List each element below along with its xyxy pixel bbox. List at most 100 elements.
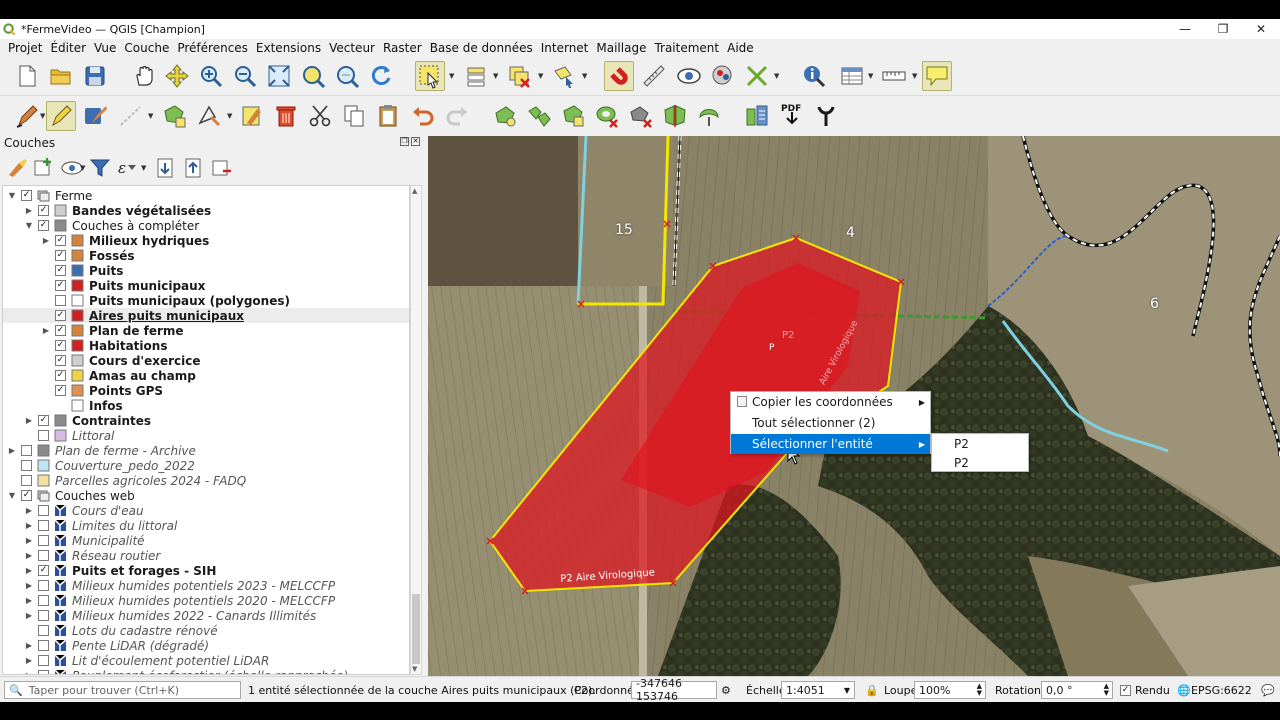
identify-results-icon[interactable] <box>709 62 737 90</box>
zoom-to-layer-icon[interactable] <box>333 62 361 90</box>
layer-row[interactable]: ✓ Habitations <box>3 338 409 353</box>
chevron-right-icon[interactable]: ▶ <box>24 593 34 608</box>
submenu-item-p2-first[interactable]: P2 <box>954 437 969 451</box>
layer-visibility-checkbox[interactable] <box>38 580 49 591</box>
layer-styling-icon[interactable] <box>4 154 32 182</box>
save-project-icon[interactable] <box>81 62 109 90</box>
layer-row[interactable]: Lots du cadastre rénové <box>3 623 409 638</box>
vertex-editor-icon[interactable] <box>196 102 224 130</box>
layer-visibility-checkbox[interactable]: ✓ <box>21 190 32 201</box>
chevron-right-icon[interactable]: ▶ <box>7 443 17 458</box>
delete-part-icon[interactable] <box>627 102 655 130</box>
open-project-icon[interactable] <box>47 62 75 90</box>
location-dropdown-icon[interactable]: ▼ <box>582 72 587 80</box>
layer-visibility-checkbox[interactable]: ✓ <box>38 220 49 231</box>
layer-visibility-checkbox[interactable]: ✓ <box>55 355 66 366</box>
filter-legend-icon[interactable] <box>86 154 114 182</box>
layer-row[interactable]: ▶ ✓ Bandes végétalisées <box>3 203 409 218</box>
layer-visibility-checkbox[interactable]: ✓ <box>55 310 66 321</box>
chevron-right-icon[interactable]: ▶ <box>24 638 34 653</box>
layer-row[interactable]: ▼ ✓ Couches web <box>3 488 409 503</box>
split-features-icon[interactable] <box>661 102 689 130</box>
scroll-down-icon[interactable]: ▼ <box>412 665 417 673</box>
render-checkbox[interactable]: ✓ <box>1120 685 1131 696</box>
layer-row[interactable]: ✓ Puits municipaux <box>3 278 409 293</box>
add-ring-icon[interactable] <box>491 102 519 130</box>
layer-visibility-checkbox[interactable] <box>38 655 49 666</box>
layer-row[interactable]: ▶ Pente LiDAR (dégradé) <box>3 638 409 653</box>
messages-icon[interactable]: 💬 <box>1261 681 1275 699</box>
fill-ring-icon[interactable] <box>559 102 587 130</box>
globe-icon[interactable]: 🌐 <box>1177 681 1191 699</box>
redo-icon[interactable] <box>443 102 471 130</box>
menu-extensions[interactable]: Extensions <box>256 41 321 55</box>
select-feature-item[interactable]: Sélectionner l'entité ▶ <box>731 434 930 454</box>
scrollbar-thumb[interactable] <box>412 594 420 664</box>
layer-row[interactable]: ▶ Limites du littoral <box>3 518 409 533</box>
layer-row[interactable]: ▶ Réseau routier <box>3 548 409 563</box>
layer-row[interactable]: ▶ Milieux humides potentiels 2020 - MELCC… <box>3 593 409 608</box>
layer-row[interactable]: Littoral <box>3 428 409 443</box>
layer-row[interactable]: ▶ Cours d'eau <box>3 503 409 518</box>
layer-row[interactable]: ▶ ✓ Plan de ferme <box>3 323 409 338</box>
expand-all-icon[interactable] <box>151 154 179 182</box>
paste-features-icon[interactable] <box>374 102 402 130</box>
reshape-features-icon[interactable] <box>695 102 723 130</box>
restore-button[interactable]: ❐ <box>1204 19 1242 39</box>
layer-visibility-checkbox[interactable]: ✓ <box>55 370 66 381</box>
chevron-right-icon[interactable]: ▶ <box>24 578 34 593</box>
collapse-all-icon[interactable] <box>179 154 207 182</box>
menu-vecteur[interactable]: Vecteur <box>329 41 375 55</box>
remove-layer-icon[interactable] <box>207 154 235 182</box>
pan-to-selection-icon[interactable] <box>163 62 191 90</box>
layer-row[interactable]: ▶ Milieux humides 2022 - Canards Illimité… <box>3 608 409 623</box>
chevron-right-icon[interactable]: ▶ <box>24 608 34 623</box>
panel-close-button[interactable]: ✕ <box>411 137 420 146</box>
table-dropdown-icon[interactable]: ▼ <box>868 72 873 80</box>
layer-visibility-checkbox[interactable]: ✓ <box>55 265 66 276</box>
digitize-dropdown-icon[interactable]: ▼ <box>148 112 153 120</box>
layer-visibility-checkbox[interactable] <box>55 295 66 306</box>
new-project-icon[interactable] <box>13 62 41 90</box>
chevron-right-icon[interactable]: ▶ <box>24 533 34 548</box>
layer-visibility-checkbox[interactable] <box>38 595 49 606</box>
measure-dropdown-icon[interactable]: ▼ <box>912 72 917 80</box>
map-tips-icon[interactable] <box>675 62 703 90</box>
chevron-right-icon[interactable]: ▶ <box>24 503 34 518</box>
vertex-tool-icon[interactable] <box>743 62 771 90</box>
menu-traitement[interactable]: Traitement <box>654 41 719 55</box>
layer-visibility-checkbox[interactable]: ✓ <box>38 205 49 216</box>
menu-editer[interactable]: Éditer <box>50 41 86 55</box>
minimize-button[interactable]: — <box>1166 19 1204 39</box>
copy-features-icon[interactable] <box>340 102 368 130</box>
copy-coordinates-item[interactable]: Copier les coordonnées ▶ <box>731 392 930 412</box>
add-polygon-icon[interactable] <box>160 102 188 130</box>
layer-row[interactable]: ▶ Municipalité <box>3 533 409 548</box>
layer-row[interactable]: ✓ Amas au champ <box>3 368 409 383</box>
layer-visibility-checkbox[interactable] <box>38 430 49 441</box>
add-part-icon[interactable] <box>525 102 553 130</box>
menu-projet[interactable]: Projet <box>8 41 42 55</box>
menu-maillage[interactable]: Maillage <box>596 41 646 55</box>
layer-visibility-checkbox[interactable] <box>38 625 49 636</box>
menu-preferences[interactable]: Préférences <box>177 41 248 55</box>
current-edits-icon[interactable] <box>13 102 41 130</box>
chevron-down-icon[interactable]: ▼ <box>24 218 34 233</box>
vertex-editor-dropdown-icon[interactable]: ▼ <box>227 112 232 120</box>
zoom-in-icon[interactable] <box>197 62 225 90</box>
layer-visibility-checkbox[interactable]: ✓ <box>55 325 66 336</box>
chevron-right-icon[interactable]: ▶ <box>41 323 51 338</box>
chevron-right-icon[interactable]: ▶ <box>24 548 34 563</box>
cut-features-icon[interactable] <box>306 102 334 130</box>
layer-row[interactable]: ▼ ✓ Ferme <box>3 188 409 203</box>
menu-vue[interactable]: Vue <box>94 41 116 55</box>
layer-row[interactable]: ✓ Points GPS <box>3 383 409 398</box>
chevron-right-icon[interactable]: ▶ <box>24 518 34 533</box>
deselect-dropdown-icon[interactable]: ▼ <box>538 72 543 80</box>
select-by-attribute-icon[interactable] <box>463 62 491 90</box>
digitize-line-icon[interactable] <box>117 102 145 130</box>
magnet-snapping-icon[interactable] <box>604 61 634 91</box>
locator-search-input[interactable]: 🔍 Taper pour trouver (Ctrl+K) <box>4 681 241 699</box>
menu-base-de-donnees[interactable]: Base de données <box>430 41 533 55</box>
menu-raster[interactable]: Raster <box>383 41 422 55</box>
